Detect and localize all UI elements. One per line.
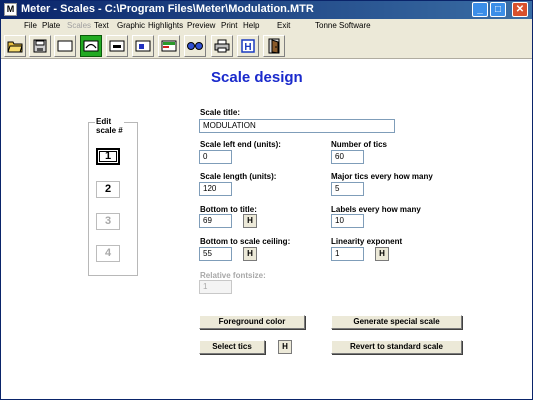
highlight-tool-button[interactable] bbox=[158, 35, 180, 57]
open-folder-button[interactable] bbox=[4, 35, 26, 57]
number-tics-input[interactable]: 60 bbox=[331, 150, 364, 164]
menu-graphic[interactable]: Graphic bbox=[117, 21, 145, 30]
company-label: Tonne Software bbox=[315, 21, 371, 30]
menu-plate[interactable]: Plate bbox=[42, 21, 60, 30]
window-title: Meter - Scales - C:\Program Files\Meter\… bbox=[21, 3, 314, 15]
plate-rect-icon bbox=[57, 40, 73, 52]
labels-every-input[interactable]: 10 bbox=[331, 214, 364, 228]
close-button[interactable]: ✕ bbox=[512, 2, 528, 17]
labels-every-label: Labels every how many bbox=[331, 205, 421, 214]
save-button[interactable] bbox=[29, 35, 51, 57]
graphic-tool-icon bbox=[135, 40, 151, 52]
edit-legend-line2: scale # bbox=[96, 126, 123, 135]
scale-length-input[interactable]: 120 bbox=[199, 182, 232, 196]
plate-button[interactable] bbox=[54, 35, 76, 57]
title-bar[interactable]: M Meter - Scales - C:\Program Files\Mete… bbox=[1, 1, 532, 19]
number-tics-label: Number of tics bbox=[331, 140, 388, 149]
rel-fontsize-label: Relative fontsize: bbox=[200, 271, 266, 280]
scale-1-button[interactable]: 1 bbox=[96, 148, 120, 165]
exit-door-icon bbox=[268, 38, 280, 54]
menu-scales[interactable]: Scales bbox=[67, 21, 91, 30]
bottom-title-help-button[interactable]: H bbox=[243, 214, 257, 228]
linearity-help-button[interactable]: H bbox=[375, 247, 389, 261]
edit-legend-line1: Edit bbox=[96, 117, 112, 126]
save-disk-icon bbox=[33, 39, 47, 53]
help-icon: H bbox=[241, 39, 255, 53]
maximize-button[interactable]: □ bbox=[490, 2, 506, 17]
text-tool-button[interactable] bbox=[106, 35, 128, 57]
app-window: M Meter - Scales - C:\Program Files\Mete… bbox=[0, 0, 533, 400]
menu-text[interactable]: Text bbox=[94, 21, 109, 30]
select-tics-button[interactable]: Select tics bbox=[199, 340, 265, 354]
highlight-tool-icon bbox=[161, 40, 177, 52]
scale-4-button[interactable]: 4 bbox=[96, 245, 120, 262]
revert-standard-scale-button[interactable]: Revert to standard scale bbox=[331, 340, 462, 354]
left-end-input[interactable]: 0 bbox=[199, 150, 232, 164]
minimize-button[interactable]: _ bbox=[472, 2, 488, 17]
rel-fontsize-input[interactable]: 1 bbox=[199, 280, 232, 294]
major-tics-input[interactable]: 5 bbox=[331, 182, 364, 196]
print-button[interactable] bbox=[211, 35, 233, 57]
help-button[interactable]: H bbox=[237, 35, 259, 57]
bottom-ceiling-input[interactable]: 55 bbox=[199, 247, 232, 261]
menu-print[interactable]: Print bbox=[221, 21, 237, 30]
foreground-color-button[interactable]: Foreground color bbox=[199, 315, 305, 329]
generate-special-scale-button[interactable]: Generate special scale bbox=[331, 315, 462, 329]
left-end-label: Scale left end (units): bbox=[200, 140, 281, 149]
edit-scale-legend: Edit scale # bbox=[95, 117, 124, 135]
menu-highlights[interactable]: Highlights bbox=[148, 21, 183, 30]
app-icon: M bbox=[4, 3, 17, 16]
major-tics-label: Major tics every how many bbox=[331, 172, 433, 181]
linearity-label: Linearity exponent bbox=[331, 237, 403, 246]
scale-3-button[interactable]: 3 bbox=[96, 213, 120, 230]
exit-button[interactable] bbox=[263, 35, 285, 57]
graphic-tool-button[interactable] bbox=[132, 35, 154, 57]
linearity-input[interactable]: 1 bbox=[331, 247, 364, 261]
scale-title-label: Scale title: bbox=[200, 108, 241, 117]
bottom-title-label: Bottom to title: bbox=[200, 205, 257, 214]
help-icon-letter: H bbox=[244, 42, 251, 53]
preview-glasses-icon bbox=[187, 42, 203, 50]
text-tool-icon bbox=[109, 40, 125, 52]
preview-button[interactable] bbox=[184, 35, 206, 57]
open-folder-icon bbox=[7, 41, 23, 53]
select-tics-help-button[interactable]: H bbox=[278, 340, 292, 354]
bottom-title-input[interactable]: 69 bbox=[199, 214, 232, 228]
menu-bar: File Plate Scales Text Graphic Highlight… bbox=[1, 19, 532, 33]
scale-arc-icon bbox=[83, 40, 99, 52]
menu-help[interactable]: Help bbox=[243, 21, 259, 30]
bottom-ceiling-help-button[interactable]: H bbox=[243, 247, 257, 261]
scale-length-label: Scale length (units): bbox=[200, 172, 277, 181]
scale-2-button[interactable]: 2 bbox=[96, 181, 120, 198]
menu-exit[interactable]: Exit bbox=[277, 21, 290, 30]
bottom-ceiling-label: Bottom to scale ceiling: bbox=[200, 237, 291, 246]
scales-button[interactable] bbox=[80, 35, 102, 57]
scale-title-input[interactable]: MODULATION bbox=[199, 119, 395, 133]
page-title: Scale design bbox=[211, 69, 303, 86]
menu-file[interactable]: File bbox=[24, 21, 37, 30]
print-icon bbox=[214, 39, 230, 53]
menu-preview[interactable]: Preview bbox=[187, 21, 215, 30]
toolbar: H bbox=[1, 33, 532, 59]
